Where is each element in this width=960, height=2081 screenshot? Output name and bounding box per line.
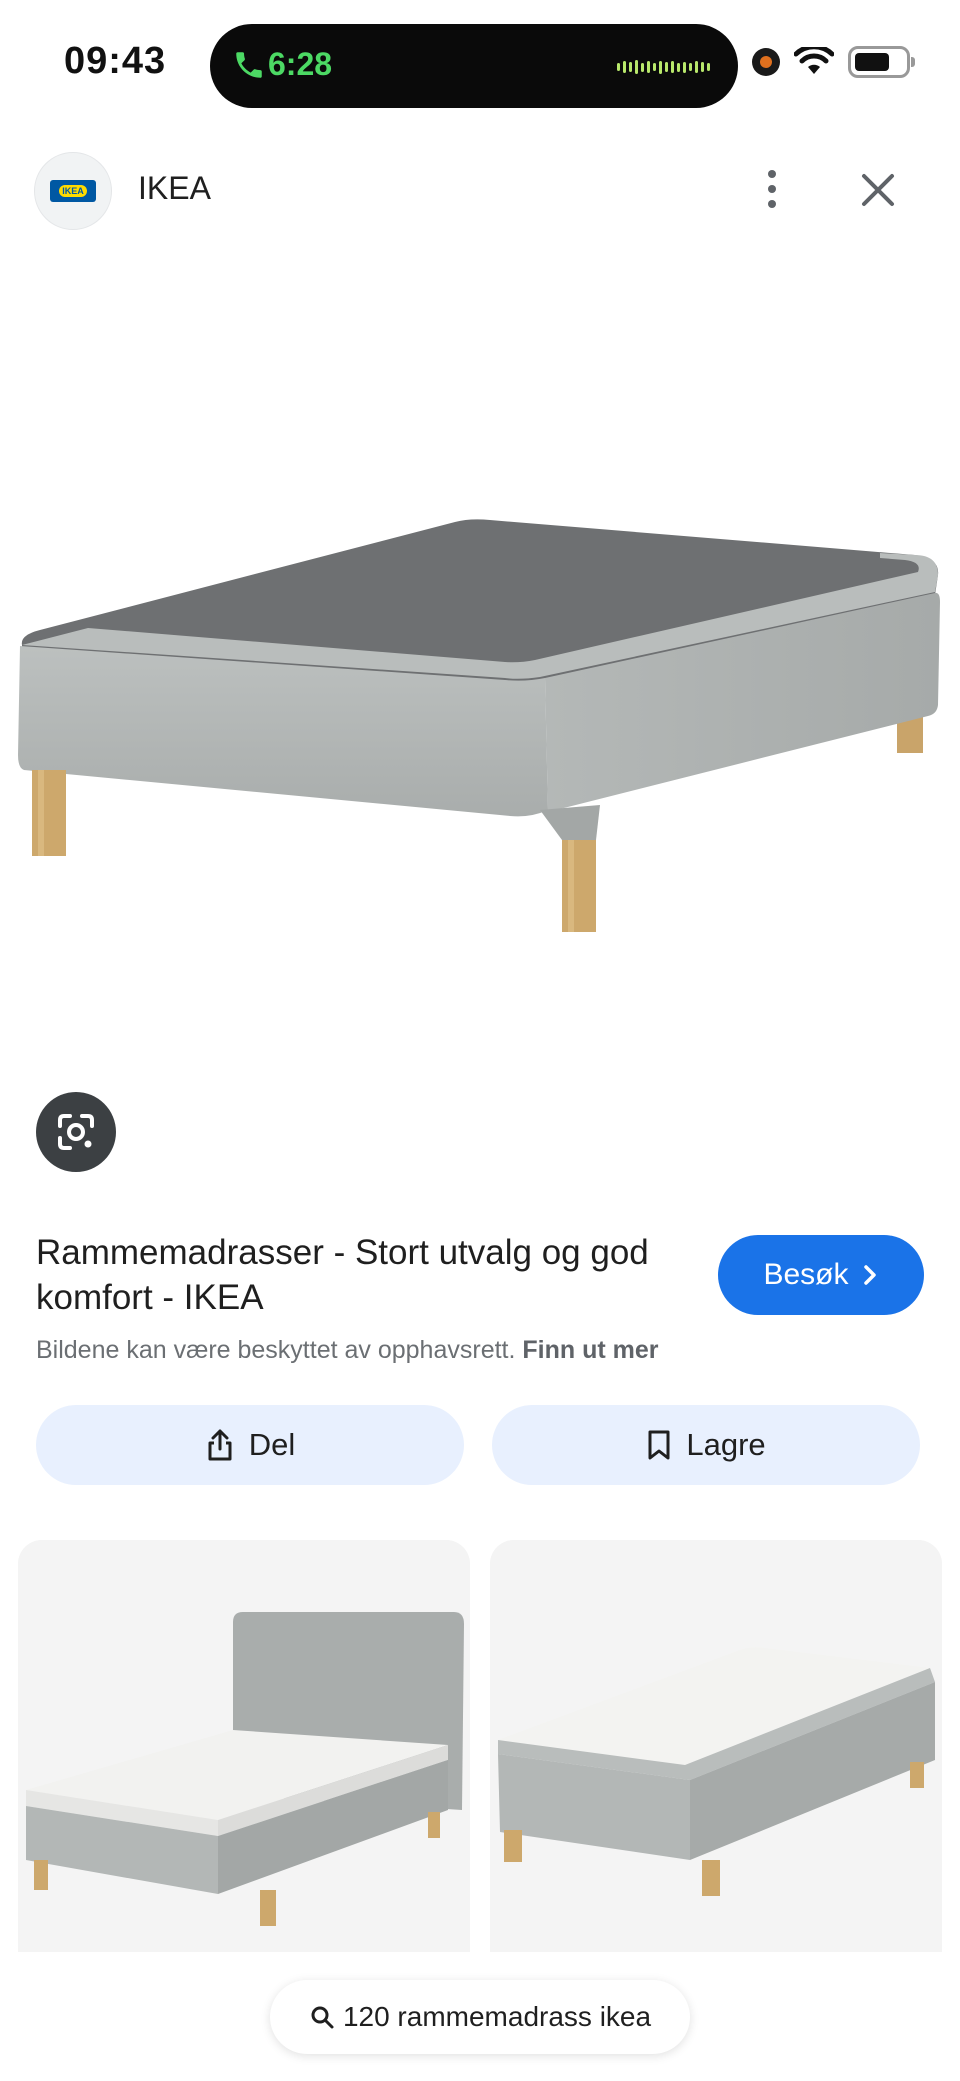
related-image-card[interactable] bbox=[490, 1540, 942, 1952]
related-search-chip[interactable]: 120 rammemadrass ikea bbox=[270, 1980, 690, 2054]
related-image bbox=[490, 1540, 942, 1952]
related-image bbox=[18, 1540, 470, 1952]
search-icon bbox=[311, 2006, 334, 2029]
chevron-right-icon bbox=[863, 1265, 876, 1285]
result-title[interactable]: Rammemadrasser - Stort utvalg og god kom… bbox=[36, 1230, 676, 1320]
battery-icon bbox=[848, 46, 915, 78]
ikea-logo: IKEA bbox=[50, 180, 96, 202]
google-lens-button[interactable] bbox=[36, 1092, 116, 1172]
site-name[interactable]: IKEA bbox=[138, 170, 211, 207]
google-lens-icon bbox=[58, 1114, 94, 1150]
copyright-notice: Bildene kan være beskyttet av opphavsret… bbox=[36, 1336, 659, 1365]
logo-text: IKEA bbox=[59, 185, 87, 197]
share-label: Del bbox=[248, 1427, 296, 1462]
bookmark-icon bbox=[648, 1430, 670, 1460]
more-vert-icon[interactable] bbox=[752, 164, 792, 214]
save-label: Lagre bbox=[686, 1427, 766, 1462]
audio-wave-icon bbox=[617, 60, 710, 74]
product-image[interactable] bbox=[0, 250, 960, 1050]
related-image-card[interactable] bbox=[18, 1540, 470, 1952]
site-logo[interactable]: IKEA bbox=[34, 152, 112, 230]
related-search-label: 120 rammemadrass ikea bbox=[342, 2001, 652, 2032]
close-icon[interactable] bbox=[852, 164, 904, 216]
copyright-text: Bildene kan være beskyttet av opphavsret… bbox=[36, 1336, 516, 1364]
call-duration: 6:28 bbox=[268, 46, 333, 82]
visit-button[interactable]: Besøk bbox=[718, 1235, 924, 1315]
share-icon bbox=[208, 1429, 232, 1461]
dynamic-island[interactable]: 6:28 bbox=[210, 24, 738, 108]
learn-more-link[interactable]: Finn ut mer bbox=[522, 1336, 658, 1364]
status-time: 09:43 bbox=[64, 40, 167, 82]
share-button[interactable]: Del bbox=[36, 1405, 464, 1485]
visit-label: Besøk bbox=[763, 1258, 849, 1291]
recording-indicator-icon bbox=[752, 48, 780, 76]
wifi-icon bbox=[794, 47, 834, 74]
phone-icon bbox=[236, 52, 262, 78]
status-indicators bbox=[752, 46, 915, 78]
save-button[interactable]: Lagre bbox=[492, 1405, 920, 1485]
